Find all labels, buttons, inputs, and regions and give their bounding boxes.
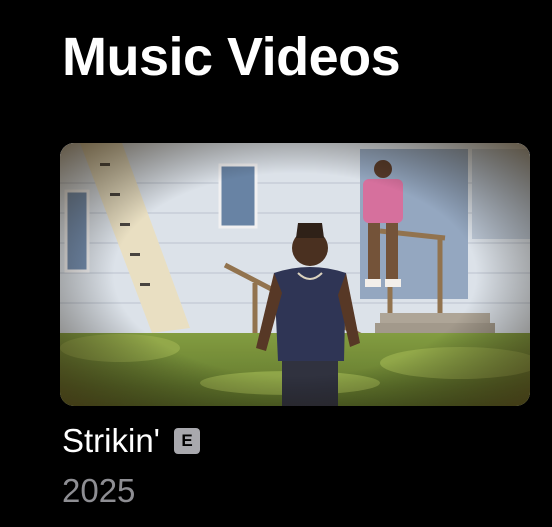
- video-title[interactable]: Strikin': [62, 424, 160, 457]
- section-title: Music Videos: [62, 27, 401, 87]
- video-year: 2025: [62, 472, 136, 509]
- video-title-row[interactable]: Strikin' E: [62, 424, 200, 457]
- explicit-badge: E: [174, 427, 200, 454]
- video-thumbnail: [60, 143, 530, 406]
- music-video-card[interactable]: [60, 143, 530, 406]
